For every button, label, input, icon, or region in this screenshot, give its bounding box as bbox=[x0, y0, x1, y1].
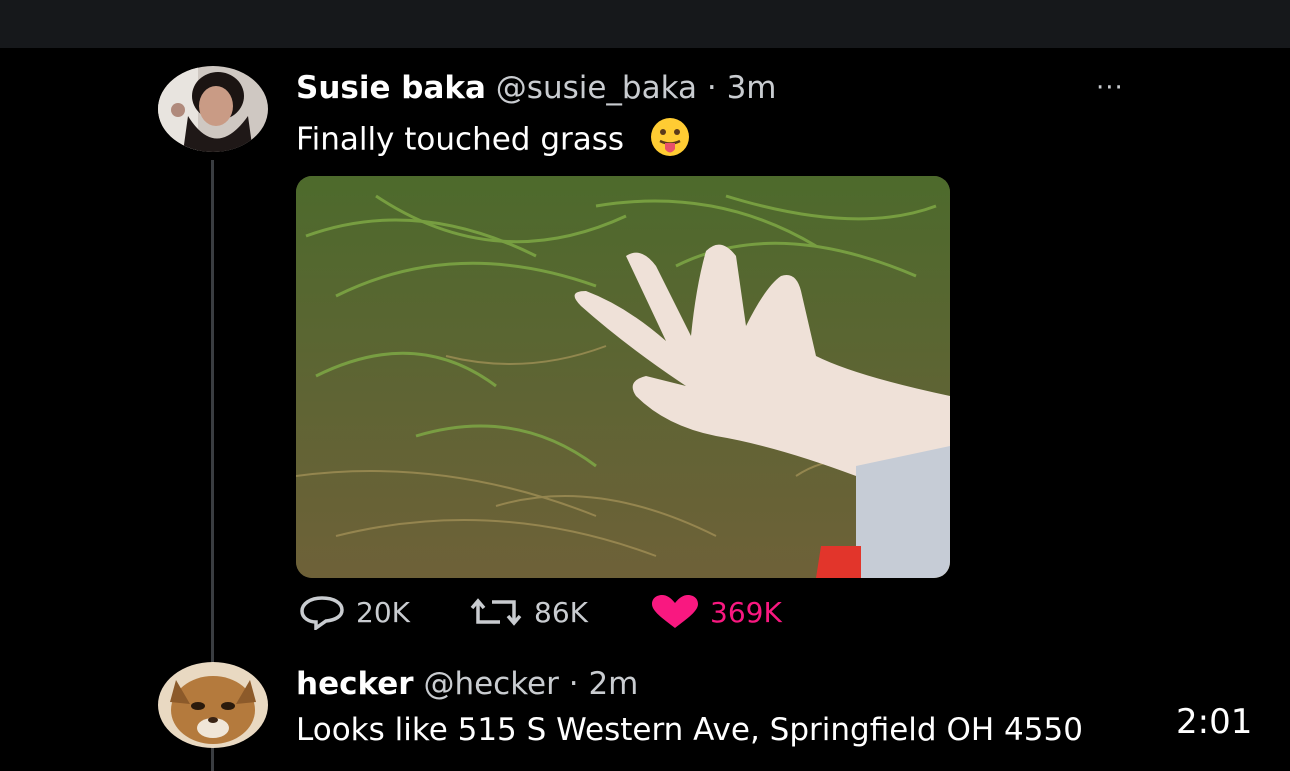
tweet-time[interactable]: · 3m bbox=[707, 70, 777, 106]
tweet-header: hecker @hecker · 2m bbox=[296, 666, 638, 702]
reply-button[interactable]: 20K bbox=[298, 592, 410, 632]
retweet-button[interactable]: 86K bbox=[470, 592, 588, 632]
tweet-header: Susie baka @susie_baka · 3m bbox=[296, 70, 777, 106]
video-timestamp: 2:01 bbox=[1176, 702, 1253, 742]
tweet-time[interactable]: · 2m bbox=[569, 666, 639, 702]
avatar[interactable] bbox=[158, 66, 268, 152]
heart-icon bbox=[652, 595, 698, 628]
like-button[interactable]: 369K bbox=[650, 592, 782, 632]
display-name[interactable]: hecker bbox=[296, 666, 414, 702]
like-count: 369K bbox=[710, 595, 782, 629]
tweet-text: Looks like 515 S Western Ave, Springfiel… bbox=[296, 712, 1083, 748]
more-options-button[interactable]: ··· bbox=[1096, 75, 1124, 101]
user-handle[interactable]: @susie_baka bbox=[496, 70, 697, 106]
user-handle[interactable]: @hecker bbox=[423, 666, 558, 702]
top-bar bbox=[0, 0, 1290, 48]
reply-icon bbox=[300, 596, 344, 630]
reply-count: 20K bbox=[356, 595, 410, 629]
avatar[interactable] bbox=[158, 662, 268, 748]
display-name[interactable]: Susie baka bbox=[296, 70, 486, 106]
tongue-out-face-emoji-icon bbox=[644, 116, 696, 166]
retweet-icon bbox=[470, 598, 522, 626]
tweet-image-hand-on-grass[interactable] bbox=[296, 176, 950, 578]
tweet-text-content: Finally touched grass bbox=[296, 121, 625, 158]
tweet-text: Finally touched grass bbox=[296, 116, 696, 166]
retweet-count: 86K bbox=[534, 595, 588, 629]
